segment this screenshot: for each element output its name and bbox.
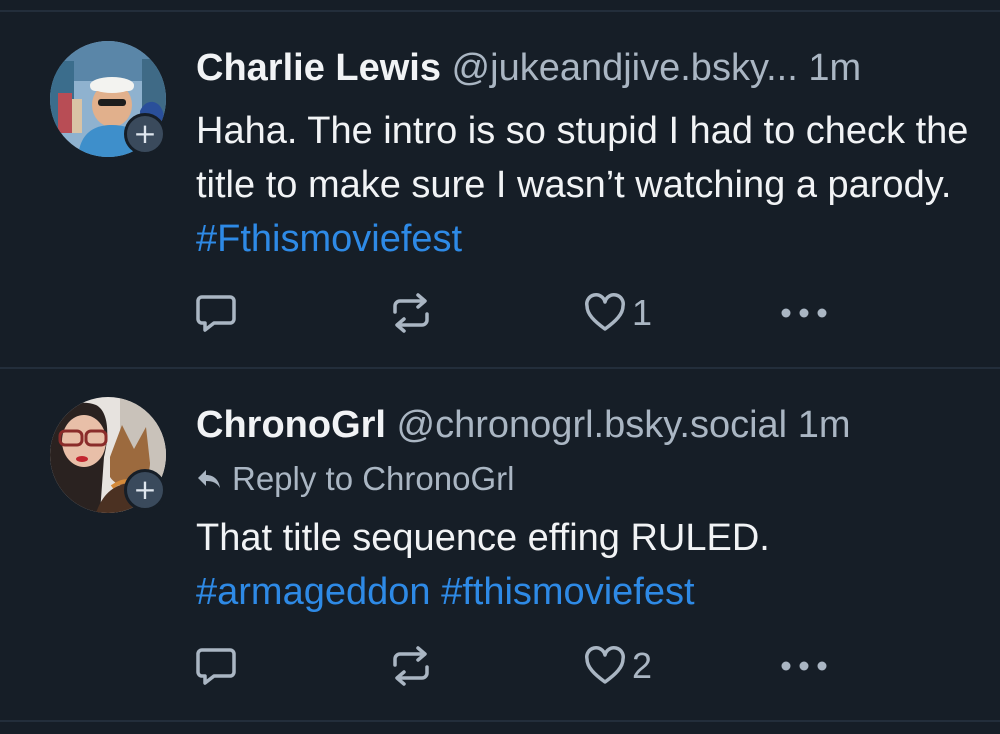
ellipsis-icon — [781, 308, 827, 318]
reply-button[interactable] — [194, 641, 238, 691]
author-name[interactable]: Charlie Lewis — [196, 47, 441, 89]
post-time[interactable]: 1m — [808, 47, 861, 89]
more-options-button[interactable] — [778, 288, 830, 338]
like-button[interactable]: 1 — [584, 288, 652, 338]
post-header: ChronoGrl @chronogrl.bsky.social 1m — [196, 403, 850, 447]
repost-button[interactable] — [388, 288, 434, 338]
hashtag-link[interactable]: #armageddon — [196, 571, 431, 613]
post-divider — [0, 720, 1000, 722]
reply-button[interactable] — [194, 288, 238, 338]
like-button[interactable]: 2 — [584, 641, 652, 691]
repost-button[interactable] — [388, 641, 434, 691]
like-count: 2 — [632, 645, 653, 686]
repost-icon — [393, 293, 429, 333]
post[interactable]: + ChronoGrl @chronogrl.bsky.social 1m Re… — [0, 369, 1000, 720]
comment-icon — [196, 295, 236, 332]
post-body: Haha. The intro is so stupid I had to ch… — [196, 110, 969, 206]
post-time[interactable]: 1m — [798, 404, 851, 446]
more-options-button[interactable] — [778, 641, 830, 691]
reply-to-link[interactable]: Reply to ChronoGrl — [196, 459, 514, 499]
ellipsis-icon — [781, 661, 827, 671]
plus-icon: + — [133, 117, 157, 150]
hashtag-link[interactable]: #Fthismoviefest — [196, 218, 462, 260]
comment-icon — [196, 648, 236, 685]
reply-arrow-icon — [198, 470, 220, 488]
heart-icon — [585, 646, 625, 684]
heart-icon — [585, 293, 625, 331]
post-actions: 2 — [0, 641, 1000, 691]
post-text: Haha. The intro is so stupid I had to ch… — [196, 104, 976, 266]
follow-badge[interactable]: + — [124, 469, 166, 511]
post-header: Charlie Lewis @jukeandjive.bsky... 1m — [196, 46, 861, 90]
plus-icon: + — [133, 473, 157, 506]
follow-badge[interactable]: + — [124, 113, 166, 155]
post-text: That title sequence effing RULED. #armag… — [196, 511, 976, 619]
post[interactable]: + Charlie Lewis @jukeandjive.bsky... 1m … — [0, 12, 1000, 367]
author-handle[interactable]: @jukeandjive.bsky... — [452, 47, 798, 89]
repost-icon — [393, 646, 429, 686]
post-actions: 1 — [0, 288, 1000, 338]
author-handle[interactable]: @chronogrl.bsky.social — [397, 404, 788, 446]
author-name[interactable]: ChronoGrl — [196, 404, 386, 446]
reply-to-label: Reply to ChronoGrl — [232, 460, 515, 497]
hashtag-link[interactable]: #fthismoviefest — [441, 571, 694, 613]
like-count: 1 — [632, 292, 653, 333]
post-body: That title sequence effing RULED. — [196, 517, 770, 559]
